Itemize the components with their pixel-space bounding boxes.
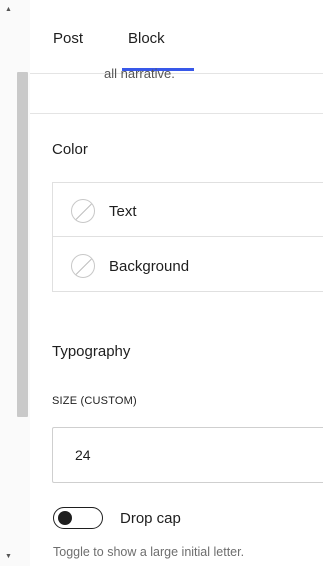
scrollbar-thumb[interactable]	[17, 72, 28, 417]
scroll-down-icon[interactable]: ▼	[5, 553, 12, 561]
typography-section-title[interactable]: Typography	[52, 343, 130, 360]
drop-cap-help-text: Toggle to show a large initial letter.	[53, 545, 245, 559]
font-size-label: SIZE (CUSTOM)	[52, 395, 137, 407]
color-section-title[interactable]: Color	[52, 141, 88, 158]
drop-cap-toggle[interactable]	[53, 507, 103, 529]
previous-section-text: all narrative.	[104, 66, 175, 81]
color-item-label: Background	[109, 258, 190, 275]
tab-post[interactable]: Post	[53, 30, 83, 47]
sidebar-tabs: Post Block	[30, 0, 323, 74]
tab-block[interactable]: Block	[128, 30, 165, 47]
font-size-input[interactable]	[52, 427, 323, 483]
drop-cap-label[interactable]: Drop cap	[120, 510, 181, 527]
vertical-scrollbar[interactable]: ▲ ▼	[0, 0, 30, 566]
color-item-background[interactable]: Background	[53, 238, 323, 292]
empty-swatch-icon	[71, 199, 95, 223]
settings-sidebar: Post Block all narrative. Color Text Bac…	[30, 0, 323, 566]
toggle-knob	[58, 511, 72, 525]
color-item-label: Text	[109, 203, 137, 220]
color-settings-group: Text Background	[52, 182, 323, 292]
section-divider	[30, 113, 323, 114]
scroll-up-icon[interactable]: ▲	[5, 6, 12, 14]
empty-swatch-icon	[71, 254, 95, 278]
color-item-text[interactable]: Text	[53, 183, 323, 237]
